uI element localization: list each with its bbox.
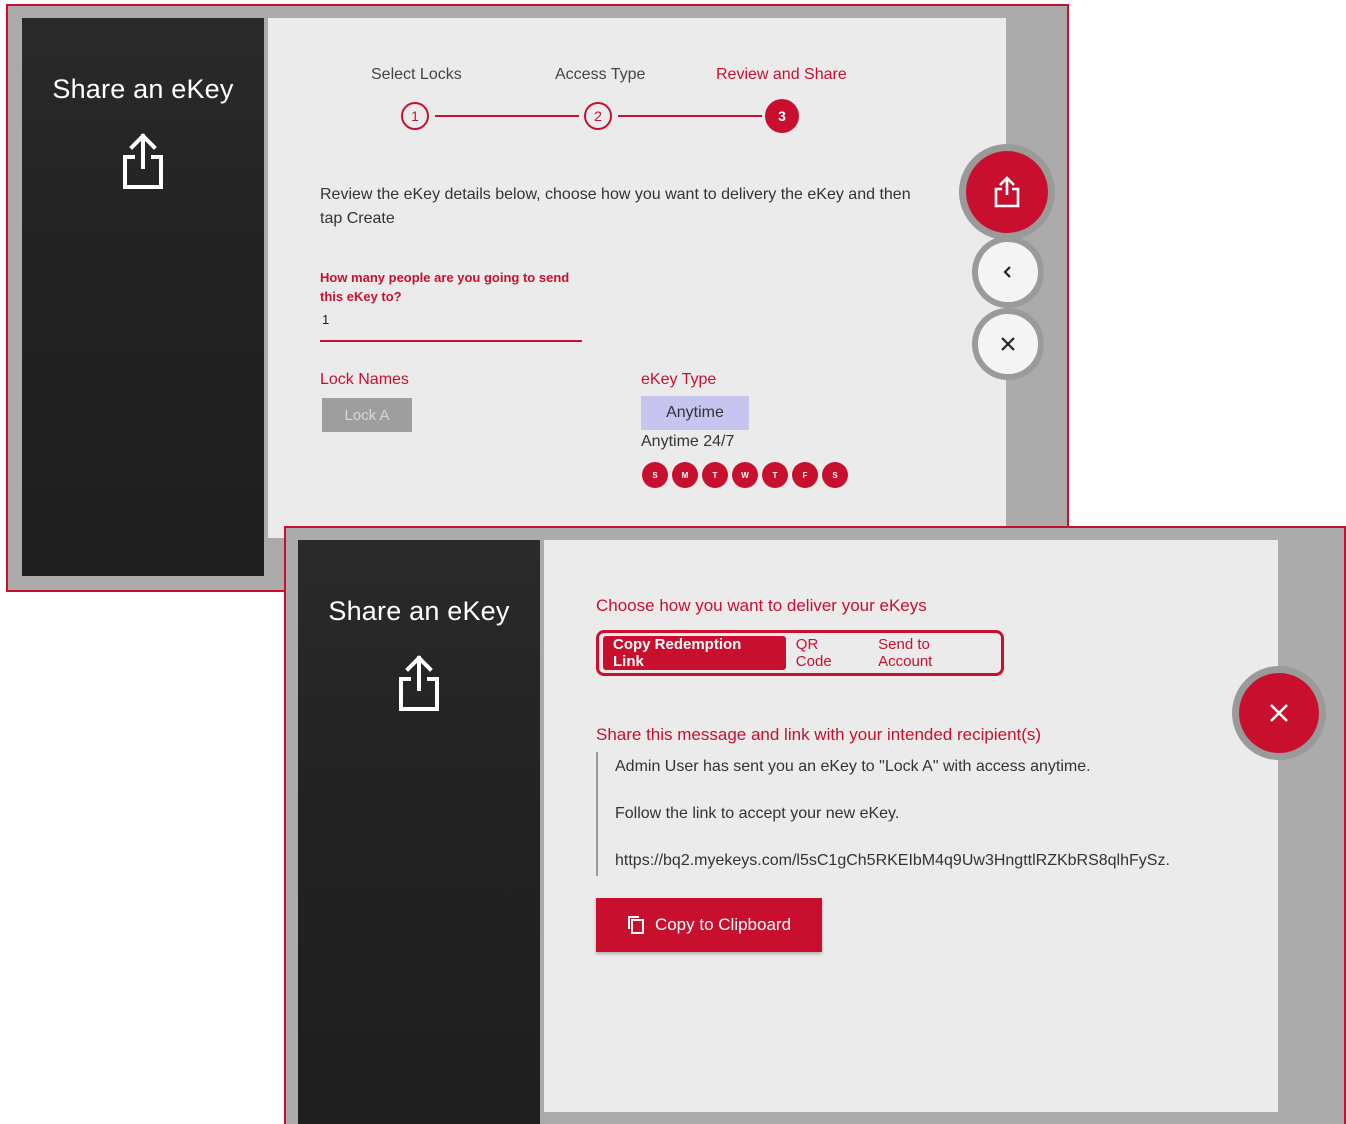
step-1-circle[interactable]: 1 [401, 102, 429, 130]
day-badge: T [762, 462, 788, 488]
step-2-circle[interactable]: 2 [584, 102, 612, 130]
sidebar-title: Share an eKey [52, 74, 234, 104]
day-badge: T [702, 462, 728, 488]
main-content: Select Locks Access Type Review and Shar… [268, 18, 1006, 538]
step-label-review-share: Review and Share [716, 66, 847, 83]
copy-button-label: Copy to Clipboard [654, 915, 792, 934]
ekey-type-subtitle: Anytime 24/7 [641, 433, 735, 450]
close-icon [1270, 704, 1288, 722]
back-button[interactable] [972, 236, 1044, 308]
share-icon [121, 133, 165, 196]
lock-names-label: Lock Names [320, 371, 409, 388]
delivery-panel: Share an eKey Choose how you want to del… [284, 526, 1346, 1124]
input-underline [320, 340, 582, 342]
delivery-heading: Choose how you want to deliver your eKey… [596, 596, 927, 615]
share-button[interactable] [959, 144, 1055, 240]
message-line: Admin User has sent you an eKey to "Lock… [615, 758, 1091, 775]
ekey-type-chip: Anytime [641, 396, 749, 430]
tab-copy-redemption-link[interactable]: Copy Redemption Link [603, 636, 786, 670]
message-heading: Share this message and link with your in… [596, 725, 1042, 744]
people-count-label: How many people are you going to send th… [320, 270, 570, 304]
redemption-link[interactable]: https://bq2.myekeys.com/l5sC1gCh5RKEIbM4… [615, 852, 1170, 870]
share-icon [994, 176, 1020, 208]
close-button[interactable] [972, 308, 1044, 380]
ekey-type-label: eKey Type [641, 371, 717, 388]
lock-chip: Lock A [322, 398, 412, 432]
step-label-select-locks: Select Locks [371, 66, 462, 83]
review-description: Review the eKey details below, choose ho… [320, 186, 911, 227]
people-count-input[interactable]: 1 [322, 312, 329, 327]
copy-to-clipboard-button[interactable]: Copy to Clipboard [596, 898, 822, 952]
step-3-circle[interactable]: 3 [765, 99, 799, 133]
day-badge: S [822, 462, 848, 488]
share-icon [397, 655, 441, 718]
message-line: Follow the link to accept your new eKey. [615, 805, 900, 822]
day-badge: F [792, 462, 818, 488]
step-connector [435, 115, 579, 117]
days-of-week: S M T W T F S [642, 462, 848, 488]
sidebar: Share an eKey [298, 540, 540, 1124]
share-message: Admin User has sent you an eKey to "Lock… [596, 752, 1218, 876]
day-badge: W [732, 462, 758, 488]
step-label-access-type: Access Type [555, 66, 646, 83]
review-share-panel: Share an eKey Select Locks Access Type R… [6, 4, 1069, 592]
sidebar-title: Share an eKey [328, 596, 510, 626]
sidebar: Share an eKey [22, 18, 264, 576]
step-connector [618, 115, 762, 117]
tab-send-to-account[interactable]: Send to Account [868, 636, 997, 670]
chevron-left-icon [1003, 266, 1011, 278]
day-badge: S [642, 462, 668, 488]
day-badge: M [672, 462, 698, 488]
copy-icon [627, 916, 644, 934]
main-content: Choose how you want to deliver your eKey… [544, 540, 1278, 1112]
close-button[interactable] [1232, 666, 1326, 760]
close-icon [1001, 337, 1015, 351]
delivery-tabs: Copy Redemption Link QR Code Send to Acc… [596, 630, 1004, 676]
tab-qr-code[interactable]: QR Code [786, 636, 868, 670]
